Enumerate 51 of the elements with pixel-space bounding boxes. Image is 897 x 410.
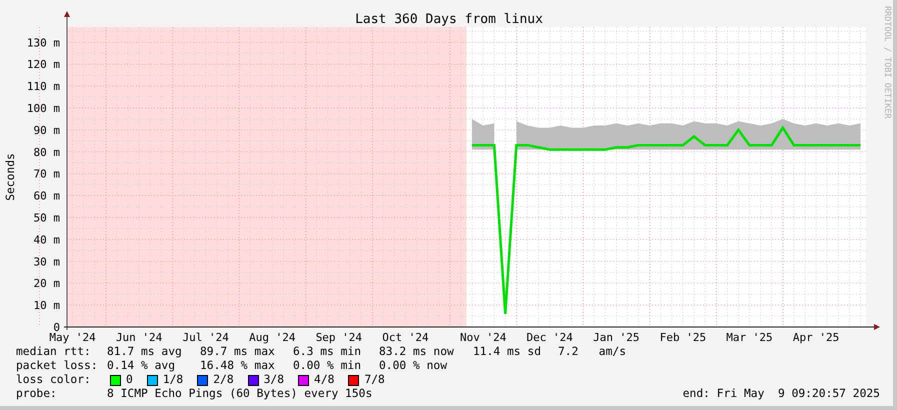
legend-value: 1/8 [162, 373, 184, 387]
axis-tick-label: Dec '24 [526, 331, 573, 344]
legend-value: 0 [126, 373, 133, 387]
axis-tick-label: 0 [53, 321, 60, 334]
axis-tick-label: 60 m [34, 190, 60, 203]
legend-value: 7/8 [364, 373, 385, 387]
axis-tick-label: 80 m [34, 146, 60, 159]
axis-tick-label: 20 m [34, 277, 60, 290]
axis-tick-label: Aug '24 [249, 331, 296, 344]
chart-title: Last 360 Days from linux [355, 12, 543, 27]
legend-value: 89.7 ms max [200, 345, 275, 358]
axis-tick-label: Oct '24 [382, 331, 429, 344]
axis-tick-label: 30 m [34, 255, 60, 268]
legend-value: 7.2 am/s [558, 345, 626, 358]
axis-tick-label: Apr '25 [792, 331, 840, 344]
axis-tick-label: 70 m [34, 168, 60, 181]
legend-value: 81.7 ms avg [107, 345, 182, 358]
legend-label: loss color: [16, 373, 92, 387]
axis-tick-label: 50 m [34, 212, 60, 224]
axis-tick-label: Nov '24 [460, 331, 506, 344]
axis-tick-label: 100 m [26, 102, 60, 116]
axis-tick-label: Mar '25 [726, 331, 773, 344]
legend-label: packet loss: [16, 359, 99, 373]
axis-tick-label: 90 m [34, 124, 60, 137]
axis-tick-label: Jan '25 [593, 331, 640, 344]
end-time: end: Fri May 9 09:20:57 2025 [682, 387, 880, 401]
axis-tick-label: 10 m [34, 299, 60, 312]
y-axis-title: Seconds [4, 153, 17, 201]
legend-value: 6.3 ms min [293, 345, 362, 358]
legend-value: 11.4 ms sd [473, 345, 542, 358]
legend-label: probe: [16, 387, 58, 401]
axis-tick-label: 40 m [34, 233, 60, 246]
axis-tick-label: Feb '25 [660, 331, 706, 344]
legend-value: 0.00 % now [379, 359, 448, 372]
axis-tick-label: May '24 [49, 331, 96, 344]
legend-value: 4/8 [314, 373, 334, 387]
legend-value: 83.2 ms now [379, 345, 454, 358]
legend-value: 3/8 [264, 373, 284, 387]
credit-text: RRDTOOL / TOBI OETIKER [882, 6, 892, 119]
legend-value: 0.14 % avg [107, 359, 176, 372]
axis-tick-label: Sep '24 [316, 331, 362, 344]
legend-value: 2/8 [213, 373, 234, 387]
axis-tick-label: 110 m [26, 80, 60, 94]
axis-tick-label: Jul '24 [182, 331, 229, 344]
axis-tick-label: Jun '24 [116, 331, 162, 344]
legend-value: 0.00 % min [293, 359, 362, 372]
axis-tick-label: 130 m [26, 36, 60, 50]
axis-tick-label: 120 m [26, 58, 60, 72]
legend-label: median rtt: [16, 345, 92, 359]
probe-text: 8 ICMP Echo Pings (60 Bytes) every 150s [107, 387, 372, 401]
legend-value: 16.48 % max [200, 359, 275, 372]
